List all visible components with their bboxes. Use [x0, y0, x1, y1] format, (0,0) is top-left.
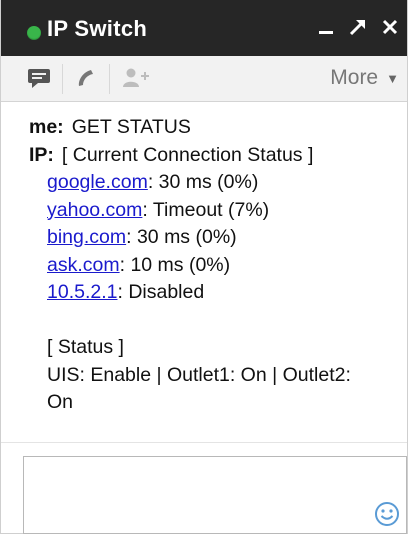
message-text: GET STATUS — [71, 116, 191, 138]
conversation-log: me: GET STATUS IP: [ Current Connection St… — [1, 102, 407, 444]
message-speaker: me: — [29, 116, 64, 138]
status-row: 10.5.2.1: Disabled — [29, 279, 385, 307]
toolbar-divider — [109, 64, 110, 94]
host-link[interactable]: 10.5.2.1 — [47, 281, 117, 303]
window-title: IP Switch — [47, 16, 148, 41]
status-row: google.com: 30 ms (0%) — [29, 169, 385, 197]
toolbar-divider — [62, 64, 63, 94]
phone-icon[interactable] — [69, 64, 101, 92]
host-result: : Timeout (7%) — [142, 198, 270, 221]
chevron-down-icon: ▼ — [386, 70, 399, 86]
host-link[interactable]: bing.com — [47, 226, 126, 248]
host-result: : 10 ms (0%) — [119, 253, 231, 276]
online-status-icon — [27, 26, 41, 40]
status-row: bing.com: 30 ms (0%) — [29, 224, 385, 252]
host-link[interactable]: google.com — [47, 171, 148, 193]
smiley-icon[interactable] — [374, 501, 400, 527]
message-row: me: GET STATUS — [29, 114, 385, 142]
host-result: : 30 ms (0%) — [126, 226, 237, 248]
compose-divider — [1, 442, 407, 443]
host-result: : Disabled — [117, 281, 205, 303]
close-icon[interactable] — [379, 16, 401, 38]
host-result: : 30 ms (0%) — [147, 171, 259, 193]
chat-window: IP Switch More ▼ me: GET STATUS IP: [Cu… — [0, 0, 408, 534]
status-header: [ Status ] — [47, 336, 124, 358]
more-menu-button[interactable]: More ▼ — [330, 66, 399, 90]
message-text: [ Current Connection Status ] — [61, 143, 314, 166]
chat-bubble-icon[interactable] — [23, 64, 55, 92]
window-controls — [315, 12, 401, 42]
message-compose-box[interactable] — [23, 456, 407, 534]
toolbar: More ▼ — [1, 56, 407, 102]
popout-arrow-icon[interactable] — [347, 16, 369, 38]
message-row: IP: [ Current Connection Status ] — [29, 142, 385, 170]
status-row: yahoo.com: Timeout (7%) — [29, 197, 385, 225]
minimize-icon[interactable] — [315, 16, 337, 38]
message-speaker: IP: — [29, 143, 54, 166]
host-link[interactable]: ask.com — [47, 254, 120, 276]
host-link[interactable]: yahoo.com — [47, 199, 142, 221]
title-bar[interactable]: IP Switch — [1, 0, 407, 56]
add-person-icon[interactable] — [119, 64, 151, 92]
message-input[interactable] — [24, 457, 406, 533]
status-row: ask.com: 10 ms (0%) — [29, 252, 385, 280]
status-detail: UIS: Enable | Outlet1: On | Outlet2: On — [47, 363, 351, 414]
more-label: More — [330, 66, 379, 89]
